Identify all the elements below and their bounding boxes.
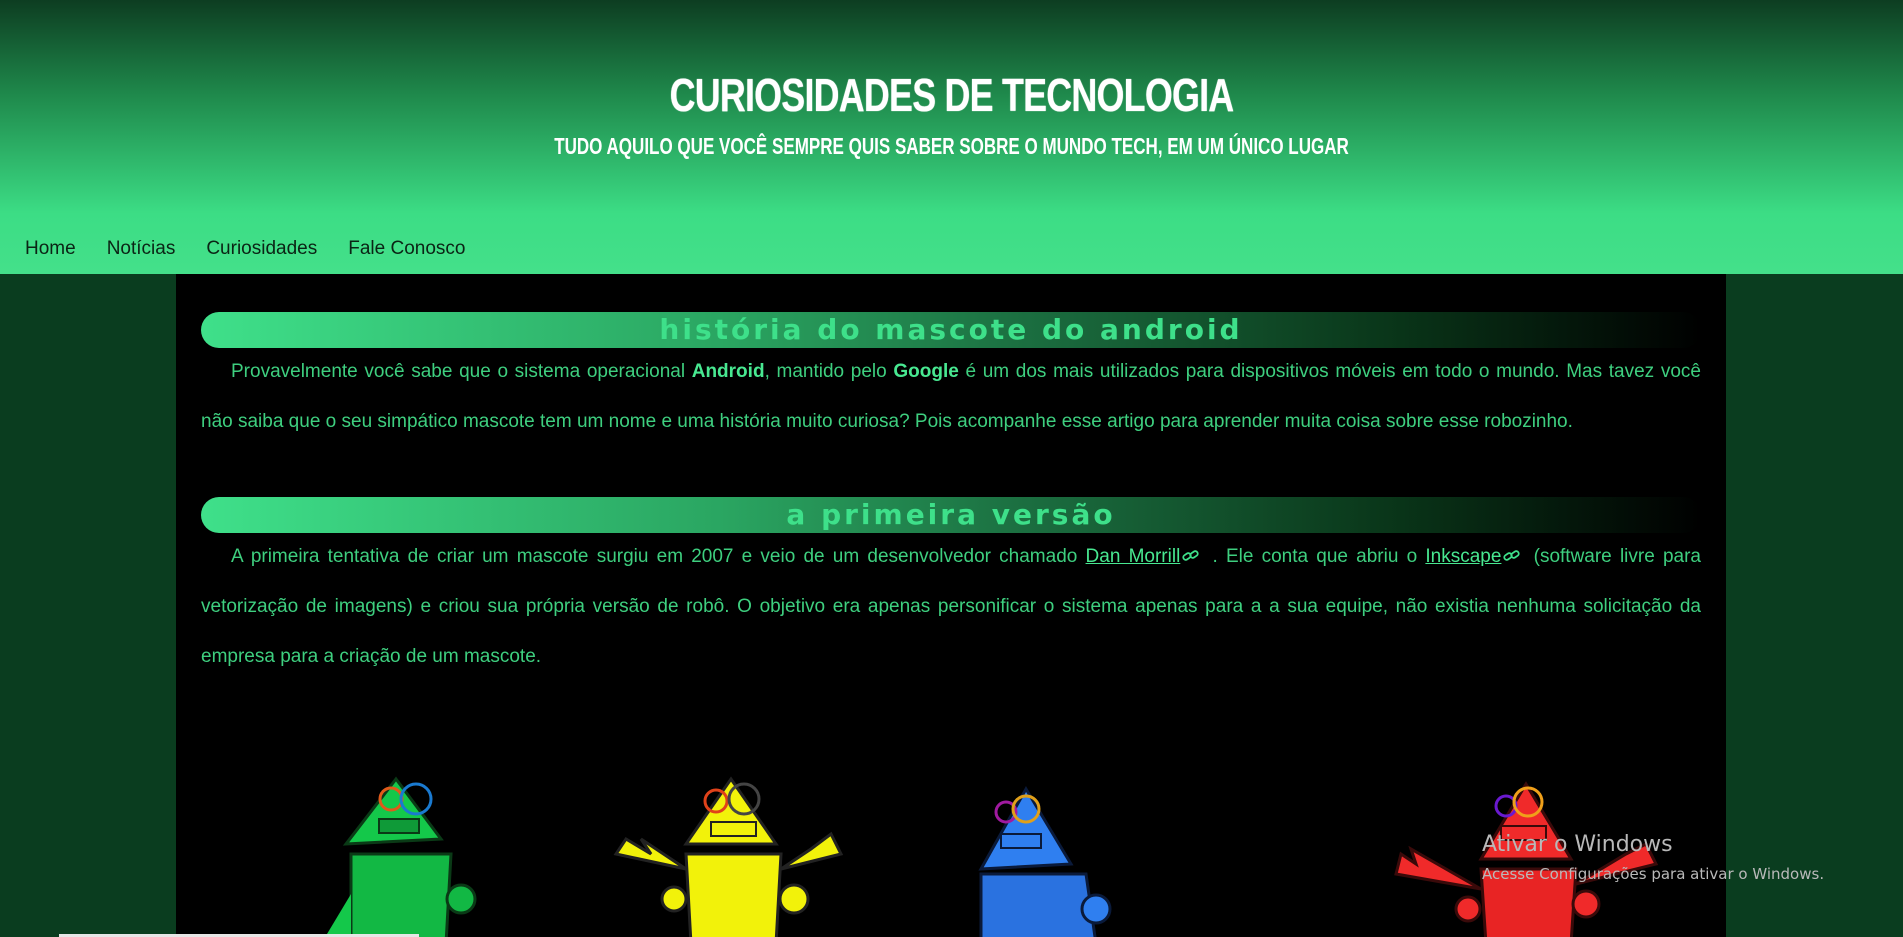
windows-activation-watermark: Ativar o Windows Acesse Configurações pa…: [1482, 832, 1824, 883]
link-inkscape[interactable]: Inkscape: [1425, 546, 1501, 567]
yellow-robot: [613, 776, 844, 937]
link-icon[interactable]: [1503, 549, 1521, 563]
paragraph-primeira-versao: A primeira tentativa de criar um mascote…: [201, 532, 1701, 682]
para1-text: Provavelmente você sabe que o sistema op…: [231, 361, 692, 382]
link-icon[interactable]: [1182, 549, 1200, 563]
blue-robot: [978, 786, 1112, 937]
nav-home[interactable]: Home: [25, 238, 76, 260]
activation-title: Ativar o Windows: [1482, 832, 1673, 857]
site-subtitle: TUDO AQUILO QUE VOCÊ SEMPRE QUIS SABER S…: [554, 133, 1349, 159]
heading-primeira-versao: A primeira versão: [201, 497, 1701, 533]
paragraph-intro: Provavelmente você sabe que o sistema op…: [201, 347, 1701, 447]
nav-noticias[interactable]: Notícias: [107, 238, 176, 260]
nav-fale-conosco[interactable]: Fale Conosco: [348, 238, 465, 260]
para2-text: . Ele conta que abriu o: [1204, 546, 1426, 567]
para1-text: , mantido pelo: [764, 361, 894, 382]
heading-historia: História do mascote do Android: [201, 312, 1701, 348]
green-robot: [325, 776, 477, 937]
link-dan-morrill[interactable]: Dan Morrill: [1086, 546, 1181, 567]
site-header: CURIOSIDADES DE TECNOLOGIA TUDO AQUILO Q…: [0, 0, 1903, 274]
nav-curiosidades[interactable]: Curiosidades: [206, 238, 317, 260]
para2-text: A primeira tentativa de criar um mascote…: [231, 546, 1086, 567]
left-margin: [0, 274, 176, 937]
google-strong: Google: [893, 361, 959, 382]
main-nav: Home Notícias Curiosidades Fale Conosco: [25, 238, 496, 260]
site-title: CURIOSIDADES DE TECNOLOGIA: [669, 69, 1235, 121]
android-strong: Android: [691, 361, 765, 382]
activation-subtitle: Acesse Configurações para ativar o Windo…: [1482, 865, 1825, 883]
